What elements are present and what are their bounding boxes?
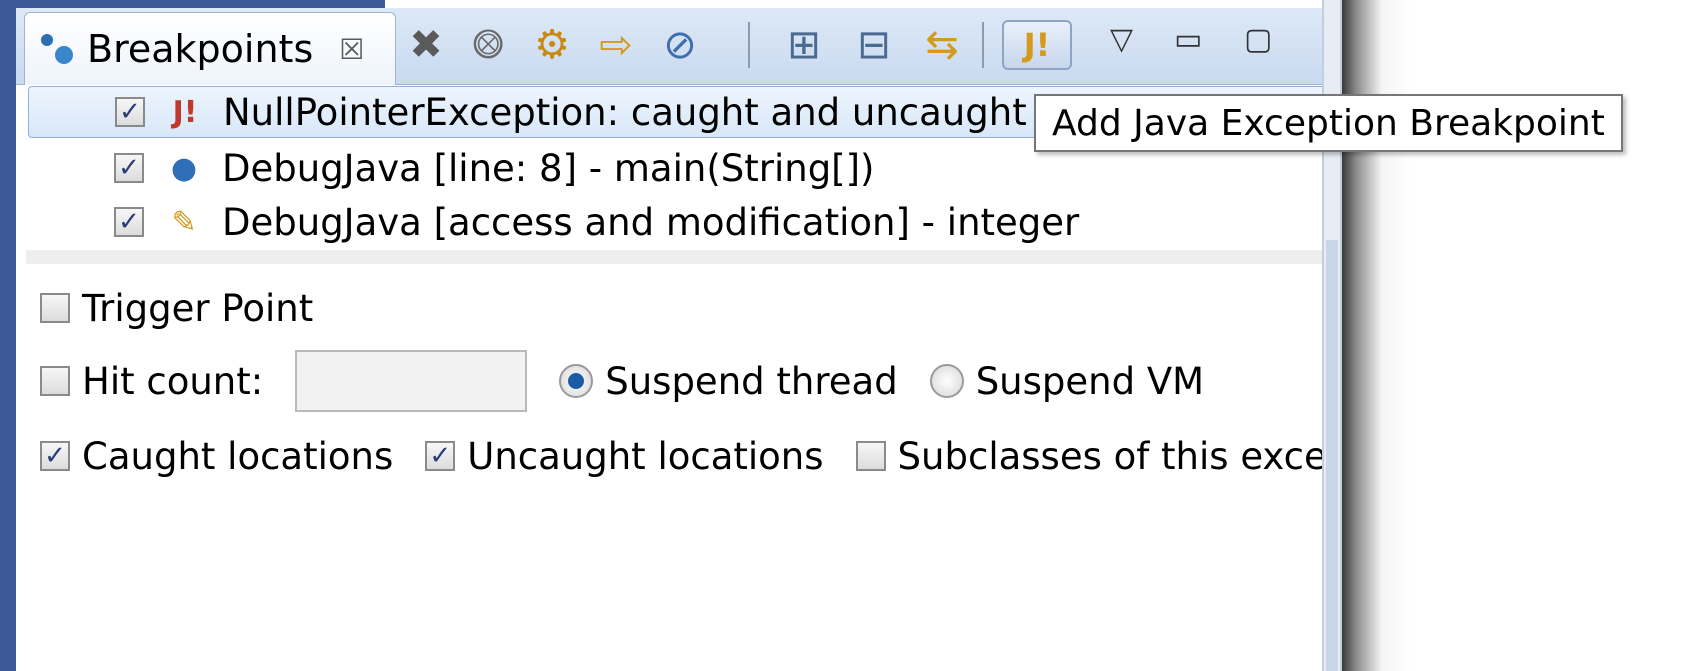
tooltip: Add Java Exception Breakpoint: [1034, 94, 1623, 152]
skip-breakpoints-icon: ⊘: [663, 22, 697, 68]
watchpoint-icon: ✎: [171, 204, 197, 240]
breakpoint-enabled-checkbox[interactable]: ✓: [114, 207, 144, 237]
exception-breakpoint-icon: J!: [1023, 26, 1051, 64]
suspend-vm-radio[interactable]: [929, 364, 964, 398]
import-icon: ⇨: [599, 22, 633, 68]
import-breakpoints-button[interactable]: ⇨: [588, 20, 644, 70]
breakpoint-label: DebugJava [access and modification] - in…: [222, 200, 1080, 244]
trigger-point-checkbox[interactable]: [40, 293, 70, 323]
view-tab-bar: Breakpoints ☒ ✖ ⨷ ⚙ ⇨ ⊘ ⊞ ⊟ ⇆ J! ▽ ▭ ▢: [16, 8, 1436, 85]
locations-row: ✓ Caught locations ✓ Uncaught locations …: [40, 426, 1421, 486]
breakpoint-enabled-checkbox[interactable]: ✓: [115, 97, 145, 127]
toolbar-separator: [748, 22, 750, 68]
remove-selected-button[interactable]: ✖: [398, 20, 454, 70]
scrollbar-thumb[interactable]: [1326, 240, 1338, 671]
link-with-editor-button[interactable]: ⇆: [914, 20, 970, 70]
tab-breakpoints[interactable]: Breakpoints ☒: [24, 12, 396, 85]
chevron-down-icon: ▽: [1110, 22, 1134, 57]
hit-count-label: Hit count:: [82, 359, 264, 403]
subclasses-checkbox[interactable]: [855, 441, 886, 471]
uncaught-locations-checkbox[interactable]: ✓: [425, 441, 456, 471]
breakpoint-detail-pane: Trigger Point Hit count: Suspend thread …: [40, 278, 1421, 518]
trigger-point-label: Trigger Point: [82, 286, 314, 330]
expand-all-button[interactable]: ⊞: [776, 20, 832, 70]
minimize-button[interactable]: ▭: [1174, 22, 1202, 57]
window-frame-top: [0, 0, 385, 8]
suspend-thread-label: Suspend thread: [605, 359, 898, 403]
view-menu-button[interactable]: ▽: [1110, 22, 1133, 57]
add-java-exception-breakpoint-button[interactable]: J!: [1002, 20, 1072, 70]
hit-count-row: Hit count: Suspend thread Suspend VM: [40, 346, 1204, 416]
maximize-icon: ▢: [1244, 22, 1273, 57]
close-icon[interactable]: ☒: [339, 33, 364, 66]
caught-locations-label: Caught locations: [82, 434, 394, 478]
collapse-all-button[interactable]: ⊟: [846, 20, 902, 70]
breakpoint-enabled-checkbox[interactable]: ✓: [114, 153, 144, 183]
suspend-vm-label: Suspend VM: [975, 359, 1205, 403]
expand-all-icon: ⊞: [787, 22, 821, 68]
collapse-all-icon: ⊟: [857, 22, 891, 68]
breakpoints-view-icon: [41, 32, 75, 66]
breakpoint-label: DebugJava [line: 8] - main(String[]): [222, 146, 875, 190]
remove-all-button[interactable]: ⨷: [460, 20, 516, 70]
list-detail-divider[interactable]: [26, 250, 1326, 264]
toolbar-separator: [982, 22, 984, 68]
tab-label: Breakpoints: [87, 27, 314, 71]
breakpoint-label: NullPointerException: caught and uncaugh…: [223, 90, 1027, 134]
skip-all-breakpoints-button[interactable]: ⊘: [652, 20, 708, 70]
exception-breakpoint-icon: J!: [172, 94, 198, 130]
trigger-point-row: Trigger Point: [40, 278, 313, 338]
maximize-button[interactable]: ▢: [1244, 22, 1272, 57]
caught-locations-checkbox[interactable]: ✓: [40, 441, 70, 471]
breakpoint-row[interactable]: ✓ ✎ DebugJava [access and modification] …: [28, 196, 1328, 248]
hit-count-checkbox[interactable]: [40, 366, 70, 396]
hit-count-input[interactable]: [295, 350, 528, 412]
window-frame-left: [0, 0, 16, 671]
link-arrows-icon: ⇆: [925, 22, 959, 68]
remove-all-icon: ⨷: [472, 22, 504, 68]
uncaught-locations-label: Uncaught locations: [467, 434, 824, 478]
line-breakpoint-icon: ●: [170, 150, 198, 186]
remove-icon: ✖: [409, 22, 443, 68]
minimize-icon: ▭: [1174, 22, 1203, 57]
gears-icon: ⚙: [534, 22, 570, 68]
link-with-debug-view-button[interactable]: ⚙: [524, 20, 580, 70]
suspend-thread-radio[interactable]: [559, 364, 594, 398]
